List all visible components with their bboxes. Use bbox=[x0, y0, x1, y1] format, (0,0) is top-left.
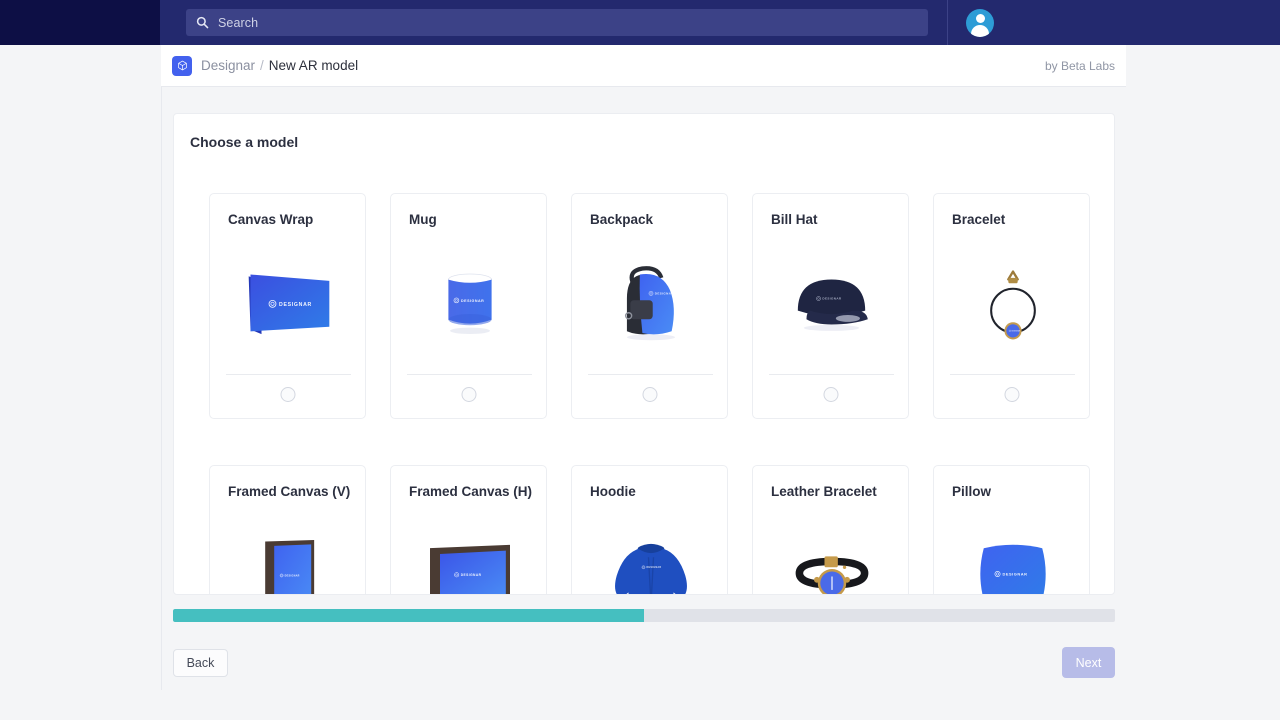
leather-bracelet-art bbox=[753, 514, 910, 594]
model-card-title: Bill Hat bbox=[771, 212, 818, 227]
avatar[interactable] bbox=[966, 9, 994, 37]
model-card[interactable]: Hoodie DESIGNAR bbox=[571, 465, 729, 594]
model-card-title: Pillow bbox=[952, 484, 992, 499]
model-select-radio[interactable] bbox=[461, 387, 476, 402]
model-card[interactable]: Canvas Wrap DESIGNAR bbox=[209, 193, 366, 419]
model-card-title: Leather Bracelet bbox=[771, 484, 877, 499]
model-select-radio[interactable] bbox=[642, 387, 657, 402]
model-card-title: Mug bbox=[409, 212, 437, 227]
search-input-text: Search bbox=[218, 15, 259, 30]
model-card[interactable]: Leather Bracelet bbox=[752, 465, 910, 594]
model-card-title: Framed Canvas (V) bbox=[228, 484, 351, 499]
model-card[interactable]: Pillow DESIGNAR bbox=[933, 465, 1091, 594]
model-card[interactable]: Mug DESIGNAR bbox=[390, 193, 547, 419]
breadcrumb-separator: / bbox=[260, 58, 264, 73]
topbar-divider bbox=[947, 0, 948, 45]
bill-hat-art: DESIGNAR bbox=[753, 242, 910, 362]
model-card-divider bbox=[769, 374, 894, 375]
svg-text:DESIGNAR: DESIGNAR bbox=[646, 566, 661, 569]
framed-canvas-h-art: DESIGNAR bbox=[391, 514, 548, 594]
next-button[interactable]: Next bbox=[1062, 647, 1115, 678]
progress-bar-fill bbox=[173, 609, 644, 622]
choose-model-panel: Choose a model Canvas Wrap DESIGNAR Mug … bbox=[173, 113, 1115, 595]
svg-text:DESIGNAR: DESIGNAR bbox=[1002, 572, 1027, 577]
model-select-radio[interactable] bbox=[280, 387, 295, 402]
hoodie-art: DESIGNAR bbox=[572, 514, 729, 594]
topbar-left-block bbox=[0, 0, 160, 45]
model-card[interactable]: Bracelet DESIGNAR bbox=[933, 193, 1090, 419]
pillow-art: DESIGNAR bbox=[934, 514, 1091, 594]
model-card-grid: Canvas Wrap DESIGNAR Mug DESIGNAR Backpa… bbox=[209, 193, 1090, 594]
framed-canvas-v-art: DESIGNAR bbox=[210, 514, 367, 594]
breadcrumb-root-link[interactable]: Designar bbox=[201, 58, 255, 73]
bracelet-art: DESIGNAR bbox=[934, 242, 1091, 362]
model-card-divider bbox=[950, 374, 1075, 375]
svg-text:DESIGNAR: DESIGNAR bbox=[284, 574, 299, 577]
content-column: Choose a model Canvas Wrap DESIGNAR Mug … bbox=[161, 87, 1126, 690]
search-icon bbox=[196, 16, 209, 29]
model-card-divider bbox=[226, 374, 351, 375]
model-card-divider bbox=[588, 374, 713, 375]
avatar-body bbox=[971, 25, 989, 37]
model-card-title: Canvas Wrap bbox=[228, 212, 314, 227]
model-card-title: Bracelet bbox=[952, 212, 1006, 227]
model-select-radio[interactable] bbox=[823, 387, 838, 402]
model-card-title: Backpack bbox=[590, 212, 654, 227]
backpack-art: DESIGNAR bbox=[572, 242, 729, 362]
svg-text:DESIGNAR: DESIGNAR bbox=[279, 302, 312, 308]
top-navigation-bar: Search bbox=[0, 0, 1280, 45]
page-title: Choose a model bbox=[190, 134, 299, 150]
mug-art: DESIGNAR bbox=[391, 242, 548, 362]
model-card[interactable]: Backpack DESIGNAR bbox=[571, 193, 728, 419]
cube-logo-icon[interactable] bbox=[172, 55, 192, 76]
canvas-wrap-art: DESIGNAR bbox=[210, 242, 367, 362]
model-select-radio[interactable] bbox=[1004, 387, 1019, 402]
svg-text:DESIGNAR: DESIGNAR bbox=[654, 292, 673, 296]
model-card-title: Hoodie bbox=[590, 484, 636, 499]
svg-text:DESIGNAR: DESIGNAR bbox=[460, 573, 481, 577]
model-card[interactable]: Framed Canvas (V) DESIGNAR bbox=[209, 465, 367, 594]
byline-label: by Beta Labs bbox=[1044, 58, 1115, 73]
breadcrumb: Designar / New AR model by Beta Labs bbox=[161, 45, 1126, 87]
model-card[interactable]: Framed Canvas (H) DESIGNAR bbox=[390, 465, 548, 594]
breadcrumb-current-page: New AR model bbox=[268, 58, 359, 73]
progress-bar-track bbox=[173, 609, 1115, 622]
avatar-head bbox=[975, 14, 985, 23]
svg-text:DESIGNAR: DESIGNAR bbox=[822, 297, 842, 301]
svg-text:DESIGNAR: DESIGNAR bbox=[461, 299, 484, 303]
model-card-divider bbox=[407, 374, 532, 375]
search-input[interactable]: Search bbox=[186, 9, 928, 36]
model-card[interactable]: Bill Hat DESIGNAR bbox=[752, 193, 909, 419]
model-card-title: Framed Canvas (H) bbox=[409, 484, 533, 499]
back-button[interactable]: Back bbox=[173, 649, 228, 677]
